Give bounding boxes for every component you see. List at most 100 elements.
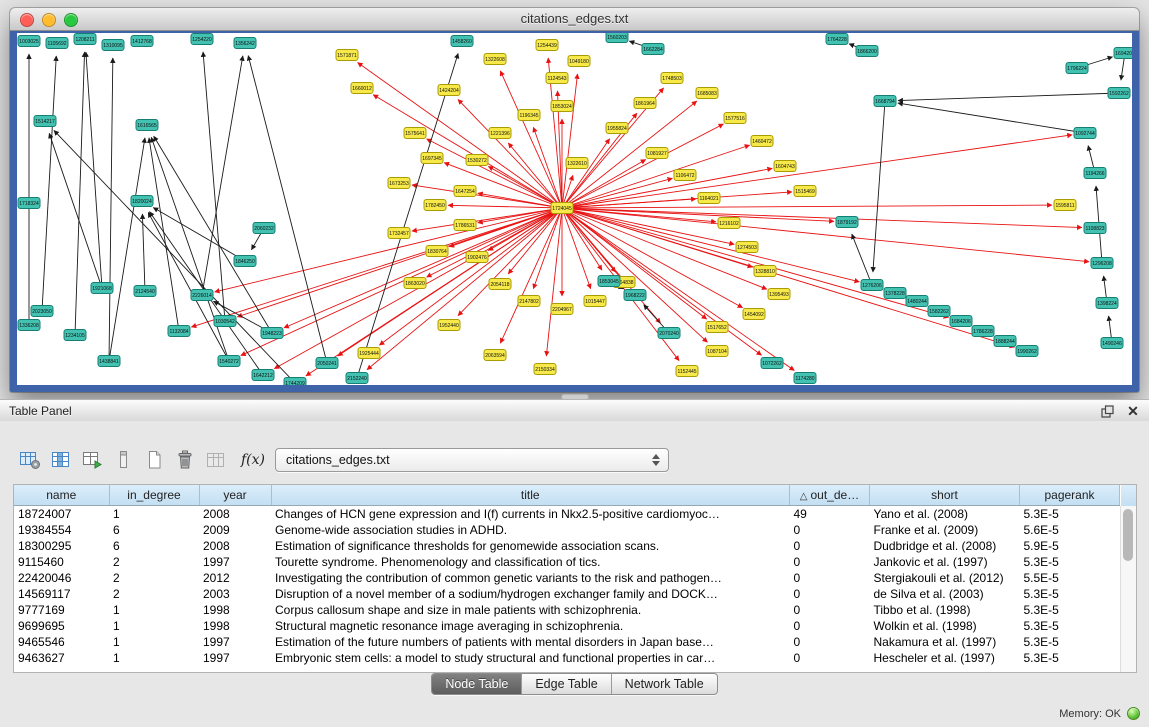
graph-node[interactable]: 1604743 <box>774 161 796 172</box>
graph-edge[interactable] <box>562 208 591 289</box>
table-cell[interactable]: 14569117 <box>14 586 109 602</box>
graph-edge[interactable] <box>562 208 707 342</box>
table-cell[interactable]: 0 <box>790 650 870 666</box>
column-header-out_de[interactable]: △out_de… <box>790 485 870 506</box>
import-table-button[interactable] <box>202 447 230 473</box>
table-cell[interactable]: 49 <box>790 506 870 523</box>
graph-edge[interactable] <box>562 208 948 317</box>
graph-node[interactable]: 1694208 <box>1114 48 1132 59</box>
graph-node[interactable]: 1087104 <box>706 346 728 357</box>
graph-node[interactable]: 1846250 <box>234 256 256 267</box>
table-cell[interactable]: Nakamura et al. (1997) <box>870 634 1020 650</box>
graph-node[interactable]: 1072262 <box>761 358 783 369</box>
tab-network-table[interactable]: Network Table <box>612 674 717 694</box>
graph-edge[interactable] <box>508 208 562 274</box>
graph-node[interactable]: 1454092 <box>743 309 765 320</box>
table-cell[interactable]: 5.3E-5 <box>1020 634 1120 650</box>
table-cell[interactable]: Jankovic et al. (1997) <box>870 554 1020 570</box>
graph-node[interactable]: 1668794 <box>874 96 896 107</box>
table-cell[interactable]: 2003 <box>199 586 271 602</box>
graph-node[interactable]: 1336208 <box>18 320 40 331</box>
graph-node[interactable]: 1786228 <box>972 326 994 337</box>
graph-node[interactable]: 1990262 <box>1016 346 1038 357</box>
table-cell[interactable]: 2012 <box>199 570 271 586</box>
table-cell[interactable]: Wolkin et al. (1998) <box>870 618 1020 634</box>
graph-node[interactable]: 1786531 <box>454 220 476 231</box>
graph-edge[interactable] <box>109 58 113 361</box>
graph-node[interactable]: 1254220 <box>191 34 213 45</box>
graph-node[interactable]: 1830764 <box>426 246 448 257</box>
graph-edge[interactable] <box>284 208 562 328</box>
graph-edge[interactable] <box>562 205 1052 208</box>
graph-node[interactable]: 1030542 <box>214 316 236 327</box>
graph-edge[interactable] <box>562 208 859 282</box>
table-row[interactable]: 1830029562008Estimation of significance … <box>14 538 1120 554</box>
graph-node[interactable]: 1515469 <box>794 186 816 197</box>
graph-node[interactable]: 1438841 <box>98 356 120 367</box>
column-header-short[interactable]: short <box>870 485 1020 506</box>
new-document-button[interactable] <box>140 447 168 473</box>
graph-node[interactable]: 2060232 <box>253 223 275 234</box>
graph-node[interactable]: 1820024 <box>131 196 153 207</box>
graph-node[interactable]: 1108823 <box>1084 223 1106 234</box>
graph-node[interactable]: 2050241 <box>316 358 338 369</box>
graph-node[interactable]: 1582262 <box>928 306 950 317</box>
graph-node[interactable]: 2070240 <box>658 328 680 339</box>
graph-node[interactable]: 1490246 <box>1101 338 1123 349</box>
table-cell[interactable]: 2 <box>109 586 199 602</box>
graph-node[interactable]: 1378228 <box>884 288 906 299</box>
table-cell[interactable]: 1 <box>109 634 199 650</box>
function-builder-button[interactable]: f(x) <box>241 452 265 468</box>
table-cell[interactable]: 0 <box>790 602 870 618</box>
network-view[interactable]: 1724045185302411963451221396153027216472… <box>17 33 1132 385</box>
table-cell[interactable]: Corpus callosum shape and size in male p… <box>271 602 790 618</box>
graph-node[interactable]: 1685083 <box>696 88 718 99</box>
graph-node[interactable]: 1208211 <box>74 34 96 45</box>
table-cell[interactable]: 0 <box>790 522 870 538</box>
graph-node[interactable]: 1560203 <box>606 33 628 43</box>
graph-node[interactable]: 1697345 <box>421 153 443 164</box>
graph-node[interactable]: 1748503 <box>661 73 683 84</box>
graph-node[interactable]: 1718324 <box>18 198 40 209</box>
graph-node[interactable]: 1398224 <box>1096 298 1118 309</box>
graph-node[interactable]: 2124540 <box>134 286 156 297</box>
graph-node[interactable]: 1424204 <box>438 85 460 96</box>
graph-node[interactable]: 1234105 <box>64 330 86 341</box>
table-row[interactable]: 946362711997Embryonic stem cells: a mode… <box>14 650 1120 666</box>
graph-node[interactable]: 1106472 <box>674 170 696 181</box>
graph-edge[interactable] <box>49 133 102 288</box>
graph-node[interactable]: 2147802 <box>518 296 540 307</box>
table-cell[interactable]: 6 <box>109 522 199 538</box>
graph-node[interactable]: 1662284 <box>642 44 664 55</box>
graph-node[interactable]: 1595811 <box>1054 200 1076 211</box>
close-panel-icon[interactable]: ✕ <box>1125 403 1141 419</box>
graph-node[interactable]: 2204967 <box>551 304 573 315</box>
table-row[interactable]: 1872400712008Changes of HCN gene express… <box>14 506 1120 523</box>
table-cell[interactable]: Stergiakouli et al. (2012) <box>870 570 1020 586</box>
add-column-button[interactable] <box>78 447 106 473</box>
table-cell[interactable]: 9777169 <box>14 602 109 618</box>
graph-edge[interactable] <box>109 138 145 361</box>
table-cell[interactable]: Tourette syndrome. Phenomenology and cla… <box>271 554 790 570</box>
graph-node[interactable]: 1577516 <box>724 113 746 124</box>
table-cell[interactable]: 18300295 <box>14 538 109 554</box>
graph-node[interactable]: 1296208 <box>1091 258 1113 269</box>
graph-node[interactable]: 1412768 <box>131 36 153 47</box>
graph-node[interactable]: 1514217 <box>34 116 56 127</box>
table-row[interactable]: 969969511998Structural magnetic resonanc… <box>14 618 1120 634</box>
graph-node[interactable]: 2063594 <box>484 350 506 361</box>
table-cell[interactable]: Disruption of a novel member of a sodium… <box>271 586 790 602</box>
graph-node[interactable]: 1356242 <box>234 38 256 49</box>
table-cell[interactable]: 1 <box>109 506 199 523</box>
graph-node[interactable]: 1782450 <box>424 200 446 211</box>
table-mode-button[interactable] <box>16 447 44 473</box>
table-row[interactable]: 911546021997Tourette syndrome. Phenomeno… <box>14 554 1120 570</box>
graph-edge[interactable] <box>562 192 792 208</box>
graph-node[interactable]: 1152445 <box>676 366 698 377</box>
delete-button[interactable] <box>171 447 199 473</box>
graph-node[interactable]: 1921068 <box>91 283 113 294</box>
table-cell[interactable]: Estimation of significance thresholds fo… <box>271 538 790 554</box>
graph-node[interactable]: 1194266 <box>1084 168 1106 179</box>
table-cell[interactable]: 9465546 <box>14 634 109 650</box>
table-cell[interactable]: 9463627 <box>14 650 109 666</box>
